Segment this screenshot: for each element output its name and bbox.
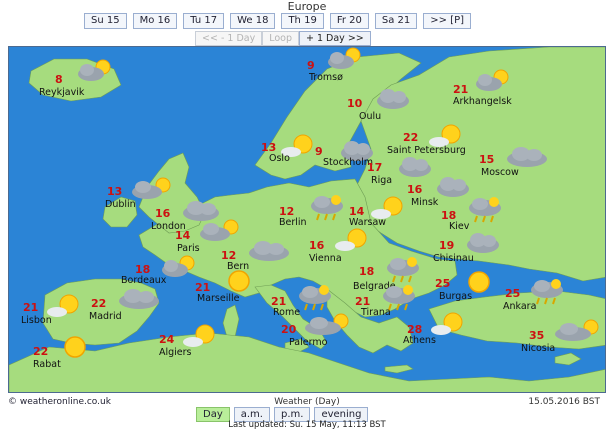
weather-map: 8 Reykjavik 9 Tromsø 21 Arkhangelsk 10 O… <box>8 46 606 393</box>
city-marseille[interactable]: 21 Marseille <box>195 267 275 313</box>
city-name: Burgas <box>439 291 473 302</box>
city-name: Ankara <box>503 301 537 312</box>
temperature-label: 21 <box>23 301 39 314</box>
temperature-label: 24 <box>159 333 175 346</box>
day-navigation: << - 1 Day Loop + 1 Day >> <box>195 31 371 46</box>
sun-cloud-icon <box>431 312 463 335</box>
city-name: Reykjavik <box>39 87 85 98</box>
cloud-icon <box>249 241 289 261</box>
city-name: Algiers <box>159 347 192 358</box>
city-name: Tromsø <box>309 72 343 83</box>
map-caption: Weather (Day) <box>274 397 340 407</box>
city-moscow[interactable]: 15 Moscow <box>475 143 565 189</box>
cloud-sun-icon <box>78 59 111 81</box>
tab-day-1[interactable]: Mo 16 <box>132 13 178 29</box>
cloud-sun-icon <box>305 313 349 335</box>
city-name: Rabat <box>33 359 61 370</box>
city-palermo[interactable]: 20 Palermo <box>279 311 369 357</box>
city-name: Chisinau <box>433 253 474 264</box>
tab-day-6[interactable]: Sa 21 <box>374 13 418 29</box>
city-name: Lisbon <box>21 315 52 326</box>
rain-cloud-icon <box>311 195 343 221</box>
tab-print[interactable]: >> [P] <box>423 13 472 29</box>
temperature-label: 17 <box>367 161 383 174</box>
temperature-label: 20 <box>281 323 297 336</box>
city-name: Berlin <box>279 217 307 228</box>
tab-day-0[interactable]: Su 15 <box>84 13 127 29</box>
temperature-label: 35 <box>529 329 545 342</box>
city-rabat[interactable]: 22 Rabat <box>29 333 109 379</box>
temperature-label: 8 <box>55 73 63 86</box>
prev-day-button[interactable]: << - 1 Day <box>195 31 263 46</box>
city-arkhangelsk[interactable]: 21 Arkhangelsk <box>447 67 557 113</box>
cloud-sun-icon <box>555 319 599 341</box>
city-name: Marseille <box>197 293 240 304</box>
cloud-sun-icon <box>328 47 361 69</box>
cloud-icon <box>467 233 499 253</box>
city-name: Oslo <box>269 153 290 164</box>
cloud-icon <box>377 89 409 109</box>
city-name: Dublin <box>105 199 136 210</box>
temperature-label: 19 <box>439 239 455 252</box>
temperature-label: 16 <box>309 239 325 252</box>
forecast-date: 15.05.2016 BST <box>528 397 600 407</box>
temperature-label: 9 <box>307 59 315 72</box>
temperature-label: 10 <box>347 97 363 110</box>
temperature-label: 22 <box>91 297 107 310</box>
tab-day-5[interactable]: Fr 20 <box>329 13 369 29</box>
city-name: Oulu <box>359 111 382 122</box>
last-updated: Last updated: Su. 15 May, 11:13 BST <box>228 420 386 430</box>
temperature-label: 14 <box>175 229 191 242</box>
temperature-label: 22 <box>33 345 49 358</box>
tab-day-3[interactable]: We 18 <box>230 13 276 29</box>
temperature-label: 13 <box>107 185 123 198</box>
cloud-sun-icon <box>476 69 509 91</box>
sun-cloud-icon <box>183 324 215 347</box>
city-name: Arkhangelsk <box>453 96 512 107</box>
temperature-label: 22 <box>403 131 419 144</box>
city-name: Nicosia <box>521 343 556 354</box>
map-title: Europe <box>287 0 327 13</box>
temperature-label: 25 <box>505 287 521 300</box>
city-name: Athens <box>403 335 436 346</box>
cloud-icon <box>507 147 547 167</box>
next-day-button[interactable]: + 1 Day >> <box>299 31 371 46</box>
city-name: Vienna <box>309 253 342 264</box>
city-algiers[interactable]: 24 Algiers <box>155 323 235 369</box>
temperature-label: 18 <box>359 265 375 278</box>
sun-cloud-icon <box>335 228 367 251</box>
temperature-label: 9 <box>315 145 323 158</box>
cloud-icon <box>119 289 159 309</box>
temperature-label: 15 <box>479 153 495 166</box>
city-name: Riga <box>371 175 393 186</box>
city-name: Madrid <box>89 311 122 322</box>
city-athens[interactable]: 28 Athens <box>403 311 485 357</box>
city-nicosia[interactable]: 35 Nicosia <box>521 317 605 363</box>
temperature-label: 21 <box>453 83 469 96</box>
tab-day-2[interactable]: Tu 17 <box>183 13 225 29</box>
day-tabs: Su 15 Mo 16 Tu 17 We 18 Th 19 Fr 20 Sa 2… <box>84 13 472 29</box>
temperature-label: 16 <box>155 207 171 220</box>
tab-day-4[interactable]: Th 19 <box>281 13 324 29</box>
city-reykjavik[interactable]: 8 Reykjavik <box>37 57 133 103</box>
temperature-label: 25 <box>435 277 451 290</box>
loop-button[interactable]: Loop <box>262 31 299 46</box>
city-name: Palermo <box>289 337 328 348</box>
sun-icon <box>64 336 86 358</box>
